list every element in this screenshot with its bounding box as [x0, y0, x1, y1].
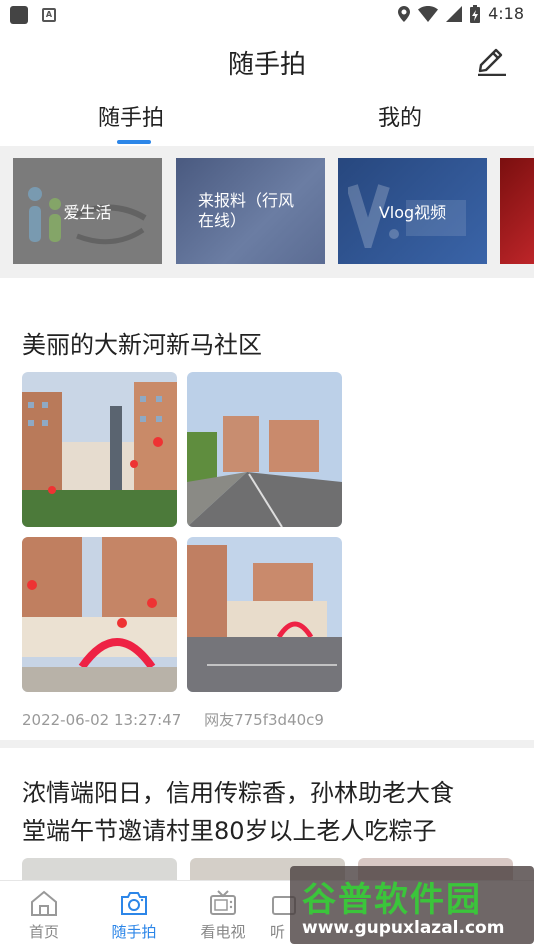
- notification-a-icon: A: [42, 8, 56, 22]
- location-icon: [398, 5, 411, 22]
- nav-label: 听: [270, 923, 286, 941]
- post-photo[interactable]: [187, 537, 342, 692]
- tab-mine[interactable]: 我的: [378, 100, 422, 132]
- tab-indicator: [117, 140, 151, 144]
- category-label: 来报料（行风在线）: [198, 191, 295, 230]
- wifi-icon: [418, 5, 439, 22]
- nav-tv[interactable]: 看电视: [188, 889, 258, 942]
- watermark-url: www.gupuxlazal.com: [302, 918, 505, 938]
- pencil-icon[interactable]: [474, 40, 510, 76]
- post-photo[interactable]: [22, 372, 177, 527]
- tab-suishoupai[interactable]: 随手拍: [98, 100, 164, 132]
- status-bar: A 4:18: [0, 0, 534, 28]
- app-header: 随手拍: [0, 38, 534, 82]
- watermark-logo: 谷普软件园 www.gupuxlazal.com: [290, 866, 534, 944]
- post-photo-grid: [22, 372, 342, 694]
- nav-suishoupai[interactable]: 随手拍: [99, 889, 169, 942]
- post-author: 网友775f3d40c9: [204, 711, 324, 729]
- signal-icon: [446, 5, 463, 22]
- post-title-line[interactable]: 堂端午节邀请村里80岁以上老人吃粽子: [22, 812, 437, 850]
- category-label: 爱生活: [63, 203, 112, 222]
- category-card-vlog[interactable]: Vlog视频: [338, 158, 487, 264]
- home-icon: [31, 890, 57, 916]
- tab-bar: 随手拍 我的: [0, 96, 534, 146]
- camera-icon: [121, 892, 147, 915]
- nav-label: 首页: [28, 923, 59, 941]
- post-timestamp: 2022-06-02 13:27:47: [22, 711, 182, 729]
- category-strip: 爱生活 来报料（行风在线） Vlog视频: [0, 146, 534, 278]
- post-meta: 2022-06-02 13:27:47 网友775f3d40c9: [22, 709, 342, 730]
- post-photo[interactable]: [187, 372, 342, 527]
- category-card-more[interactable]: [500, 158, 534, 264]
- watermark-brand: 谷普软件园: [302, 880, 482, 920]
- nav-home[interactable]: 首页: [9, 889, 79, 942]
- status-time: 4:18: [488, 4, 524, 23]
- category-card-life[interactable]: 爱生活: [13, 158, 162, 264]
- nav-label: 随手拍: [111, 923, 157, 941]
- post-photo[interactable]: [22, 537, 177, 692]
- app-notification-icon: [10, 6, 28, 24]
- nav-label: 看电视: [200, 923, 246, 941]
- tv-icon: [210, 890, 236, 915]
- post-divider: [0, 740, 534, 748]
- battery-charging-icon: [470, 4, 481, 23]
- post-title-line[interactable]: 浓情端阳日，信用传粽香，孙林助老大食: [22, 774, 454, 812]
- page-title: 随手拍: [227, 50, 306, 80]
- post-title[interactable]: 美丽的大新河新马社区: [22, 326, 262, 364]
- category-card-report[interactable]: 来报料（行风在线）: [176, 158, 325, 264]
- category-label: Vlog视频: [378, 203, 447, 222]
